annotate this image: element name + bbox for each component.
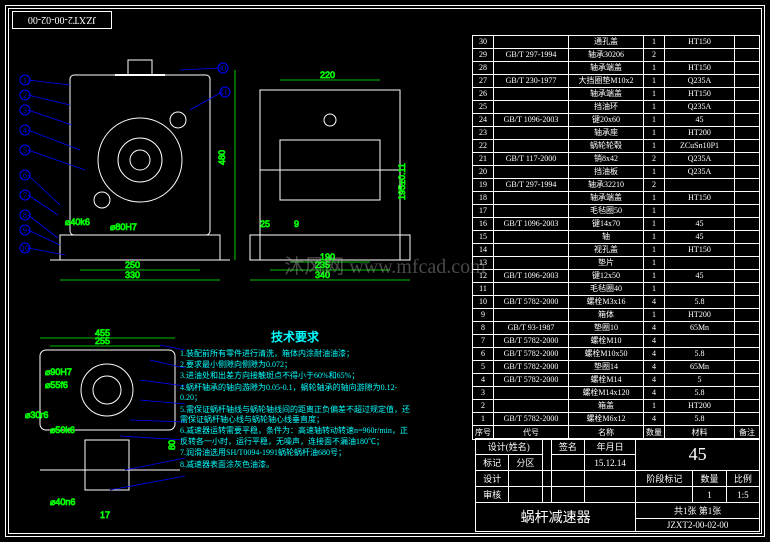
bom-row: 28轴承端盖1HT150 xyxy=(473,62,760,75)
svg-text:5: 5 xyxy=(23,146,27,155)
bom-row: 17毛毡圈501 xyxy=(473,205,760,218)
bom-row: 5GB/T 5782-2000垫圈14465Mn xyxy=(473,361,760,374)
bom-row: 1GB/T 5782-2000螺栓M6x1245.8 xyxy=(473,413,760,426)
svg-text:2: 2 xyxy=(23,91,27,100)
svg-text:8: 8 xyxy=(23,211,27,220)
technical-requirements: 技术要求 1.装配前所有零件进行清洗，箱体内涂耐油油漆； 2.要求最小侧隙向侧隙… xyxy=(180,330,410,471)
bom-row: 21GB/T 117-2000销8x422Q235A xyxy=(473,153,760,166)
bom-row: 23轴承座1HT200 xyxy=(473,127,760,140)
bom-row: 6GB/T 5782-2000螺栓M10x5045.8 xyxy=(473,348,760,361)
svg-text:10: 10 xyxy=(21,244,29,253)
svg-text:⌀55f6: ⌀55f6 xyxy=(45,380,68,390)
bom-row: 27GB/T 230-1977大挡圈垫M10x21Q235A xyxy=(473,75,760,88)
svg-text:1: 1 xyxy=(23,76,27,85)
svg-text:⌀30r6: ⌀30r6 xyxy=(25,410,48,420)
bom-row: 19GB/T 297-1994轴承322102 xyxy=(473,179,760,192)
bom-row: 10GB/T 5782-2000螺栓M3x1645.8 xyxy=(473,296,760,309)
svg-text:3: 3 xyxy=(23,106,27,115)
bom-row: 2箱盖1HT200 xyxy=(473,400,760,413)
title-block: 设计(姓名)签名年月日45 标记分区15.12.14 设计阶段标记数量比例 审核… xyxy=(475,438,760,532)
bom-row: 8GB/T 93-1987垫圈10465Mn xyxy=(473,322,760,335)
bom-row: 26轴承端盖1HT150 xyxy=(473,88,760,101)
svg-text:⌀80H7: ⌀80H7 xyxy=(110,222,137,232)
svg-text:220: 220 xyxy=(320,70,335,80)
bom-row: 12GB/T 1096-2003键12x50145 xyxy=(473,270,760,283)
svg-text:17: 17 xyxy=(100,510,110,520)
bom-row: 14视孔盖1HT150 xyxy=(473,244,760,257)
bom-row: 29GB/T 297-1994轴承302062 xyxy=(473,49,760,62)
svg-text:195±0.11: 195±0.11 xyxy=(397,163,407,200)
svg-text:9: 9 xyxy=(294,219,299,229)
bom-row: 3螺栓M14x12045.8 xyxy=(473,387,760,400)
bom-row: 18轴承端盖1HT150 xyxy=(473,192,760,205)
svg-text:80: 80 xyxy=(167,440,177,450)
svg-text:25: 25 xyxy=(260,219,270,229)
bom-row: 13垫片1 xyxy=(473,257,760,270)
bom-row: 30通孔盖1HT150 xyxy=(473,36,760,49)
svg-text:330: 330 xyxy=(125,270,140,280)
svg-text:11: 11 xyxy=(220,88,228,97)
svg-text:⌀40k6: ⌀40k6 xyxy=(65,217,90,227)
bom-row: 7GB/T 5782-2000螺栓M104 xyxy=(473,335,760,348)
bom-row: 20挡油板1Q235A xyxy=(473,166,760,179)
svg-text:255: 255 xyxy=(95,336,110,346)
svg-text:190: 190 xyxy=(320,252,335,262)
svg-text:250: 250 xyxy=(125,260,140,270)
svg-text:6: 6 xyxy=(23,171,27,180)
svg-text:7: 7 xyxy=(23,191,27,200)
bom-row: 25挡油环1Q235A xyxy=(473,101,760,114)
bom-row: 24GB/T 1096-2003键20x60145 xyxy=(473,114,760,127)
svg-text:⌀50k6: ⌀50k6 xyxy=(50,425,75,435)
bom-row: 16GB/T 1096-2003键14x70145 xyxy=(473,218,760,231)
svg-text:30: 30 xyxy=(218,64,226,73)
drawing-number-top: JZXT2-00-02-00 xyxy=(12,11,112,29)
svg-text:4: 4 xyxy=(23,126,27,135)
svg-text:9: 9 xyxy=(23,226,27,235)
bom-row: 9箱体1HT200 xyxy=(473,309,760,322)
bom-row: 4GB/T 5782-2000螺栓M1445 xyxy=(473,374,760,387)
svg-text:⌀90H7: ⌀90H7 xyxy=(45,367,72,377)
bom-row: 22蜗轮轮毂1ZCuSn10P1 xyxy=(473,140,760,153)
bom-row: 15轴145 xyxy=(473,231,760,244)
bom-row: 11毛毡圈401 xyxy=(473,283,760,296)
req-title: 技术要求 xyxy=(180,330,410,346)
bom-table: 30通孔盖1HT15029GB/T 297-1994轴承30206228轴承端盖… xyxy=(472,35,760,440)
svg-text:⌀40n6: ⌀40n6 xyxy=(50,497,75,507)
svg-text:480: 480 xyxy=(217,150,227,165)
svg-text:340: 340 xyxy=(315,270,330,280)
